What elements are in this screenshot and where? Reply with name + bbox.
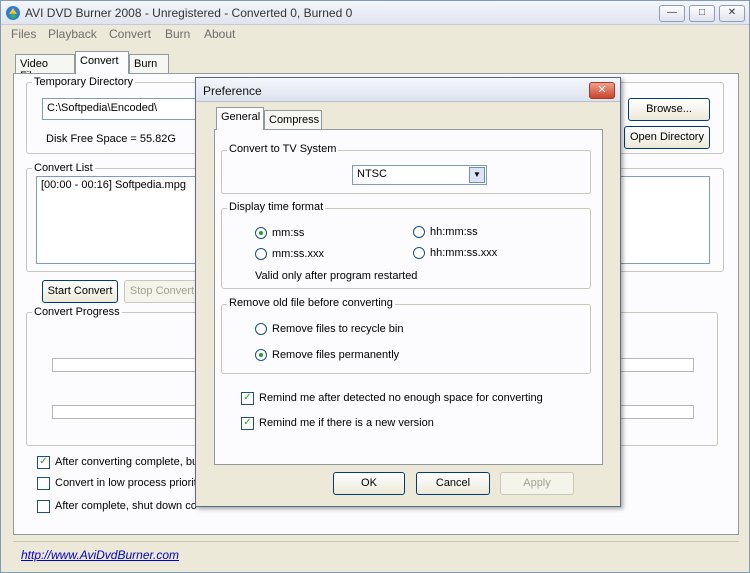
radio-hh-mm-ss-xxx[interactable] [413, 247, 425, 259]
status-bar: http://www.AviDvdBurner.com [13, 541, 739, 567]
option-label-1: Convert in low process priority [55, 477, 203, 489]
remove-file-label: Remove old file before converting [227, 297, 395, 309]
option-checkbox-2[interactable] [37, 500, 50, 513]
dialog-title: Preference [203, 84, 262, 98]
ok-label: OK [361, 477, 377, 489]
tab-video-files[interactable]: Video Files [15, 54, 75, 82]
tv-system-select[interactable]: NTSC [352, 165, 487, 185]
stop-convert-label: Stop Convert [129, 285, 195, 297]
radio-hh-mm-ss[interactable] [413, 226, 425, 238]
option-label-2: After complete, shut down co [55, 500, 197, 512]
time-format-label: Display time format [227, 201, 326, 213]
apply-label: Apply [523, 477, 551, 489]
minimize-button[interactable]: — [659, 5, 685, 22]
stop-convert-button[interactable]: Stop Convert [124, 280, 200, 303]
temp-dir-label: Temporary Directory [32, 76, 136, 88]
remind-space-label: Remind me after detected no enough space… [259, 392, 543, 404]
tab-compress[interactable]: Compress [264, 110, 322, 130]
general-tab-panel: Convert to TV System NTSC ▼ Display time… [214, 129, 603, 465]
website-link[interactable]: http://www.AviDvdBurner.com [21, 548, 179, 562]
tab-burn[interactable]: Burn [129, 54, 169, 74]
menu-about[interactable]: About [204, 27, 235, 41]
radio-label-mm-ss: mm:ss [272, 227, 305, 239]
window-title: AVI DVD Burner 2008 - Unregistered - Con… [25, 6, 353, 20]
title-bar[interactable]: AVI DVD Burner 2008 - Unregistered - Con… [1, 1, 749, 25]
maximize-button[interactable]: □ [689, 5, 715, 22]
apply-button[interactable]: Apply [500, 472, 574, 495]
app-icon [6, 6, 20, 20]
radio-label-recycle-bin: Remove files to recycle bin [272, 323, 404, 335]
dialog-title-bar[interactable]: Preference ✕ [196, 78, 620, 102]
open-directory-label: Open Directory [630, 131, 704, 143]
remind-version-checkbox[interactable]: ✓ [241, 417, 254, 430]
menu-bar: Files Playback Convert Burn About [1, 25, 749, 45]
chevron-down-icon[interactable]: ▼ [469, 167, 485, 183]
radio-label-hh-mm-ss: hh:mm:ss [430, 226, 478, 238]
option-checkbox-1[interactable] [37, 477, 50, 490]
remind-version-label: Remind me if there is a new version [259, 417, 434, 429]
close-button[interactable]: ✕ [719, 5, 745, 22]
option-label-0: After converting complete, bu [55, 456, 199, 468]
tv-system-label: Convert to TV System [227, 143, 339, 155]
menu-files[interactable]: Files [11, 27, 36, 41]
close-icon: ✕ [727, 7, 737, 18]
tab-convert[interactable]: Convert [75, 51, 129, 74]
menu-burn[interactable]: Burn [165, 27, 190, 41]
radio-label-hh-mm-ss-xxx: hh:mm:ss.xxx [430, 247, 498, 259]
remind-space-checkbox[interactable]: ✓ [241, 392, 254, 405]
close-icon: ✕ [597, 84, 607, 96]
tab-general[interactable]: General [216, 107, 264, 130]
radio-mm-ss[interactable] [255, 227, 267, 239]
check-icon: ✓ [39, 456, 48, 467]
check-icon: ✓ [243, 392, 252, 403]
radio-recycle-bin[interactable] [255, 323, 267, 335]
ok-button[interactable]: OK [333, 472, 405, 495]
time-format-note: Valid only after program restarted [255, 270, 418, 282]
tv-system-value: NTSC [357, 168, 387, 180]
radio-label-mm-ss-xxx: mm:ss.xxx [272, 248, 324, 260]
radio-permanently[interactable] [255, 349, 267, 361]
cancel-button[interactable]: Cancel [416, 472, 490, 495]
cancel-label: Cancel [435, 477, 471, 489]
browse-label: Browse... [646, 103, 692, 115]
dialog-close-button[interactable]: ✕ [589, 82, 615, 99]
menu-convert[interactable]: Convert [109, 27, 151, 41]
option-checkbox-0[interactable]: ✓ [37, 456, 50, 469]
radio-mm-ss-xxx[interactable] [255, 248, 267, 260]
select-arrow-glyph: ▼ [473, 170, 481, 179]
check-icon: ✓ [243, 417, 252, 428]
maximize-icon: □ [698, 7, 706, 18]
minimize-icon: — [667, 7, 677, 18]
remove-file-group [221, 304, 591, 374]
radio-label-permanently: Remove files permanently [272, 349, 400, 361]
convert-progress-label: Convert Progress [32, 306, 122, 318]
disk-free-text: Disk Free Space = 55.82G [46, 133, 176, 145]
menu-playback[interactable]: Playback [48, 27, 97, 41]
preference-dialog: Preference ✕ General Compress Convert to… [195, 77, 621, 507]
temp-dir-value: C:\Softpedia\Encoded\ [47, 102, 158, 114]
start-convert-label: Start Convert [47, 285, 113, 297]
start-convert-button[interactable]: Start Convert [42, 280, 118, 303]
browse-button[interactable]: Browse... [628, 98, 710, 121]
open-directory-button[interactable]: Open Directory [624, 126, 710, 149]
convert-list-label: Convert List [32, 162, 95, 174]
temp-dir-input[interactable]: C:\Softpedia\Encoded\ [42, 98, 202, 120]
